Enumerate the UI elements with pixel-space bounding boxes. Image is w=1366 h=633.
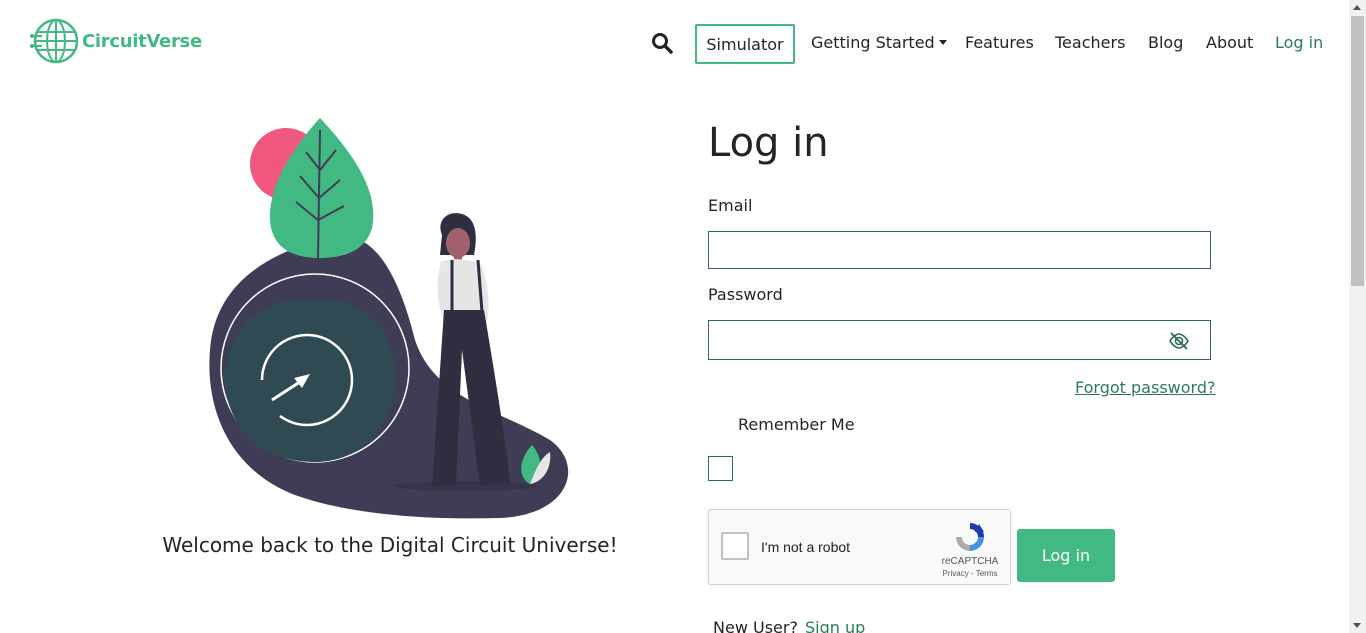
brand-name: CircuitVerse xyxy=(82,30,202,52)
recaptcha-checkbox[interactable] xyxy=(721,532,749,560)
eye-slash-icon xyxy=(1169,332,1189,350)
login-submit-button[interactable]: Log in xyxy=(1017,529,1115,582)
email-label: Email xyxy=(708,196,753,215)
woman-shadow xyxy=(393,481,537,491)
nav-about[interactable]: About xyxy=(1206,33,1253,52)
caret-down-icon xyxy=(938,40,947,45)
remember-me-checkbox[interactable] xyxy=(708,456,733,481)
nav-teachers[interactable]: Teachers xyxy=(1055,33,1125,52)
new-user-text: New User? xyxy=(713,618,798,633)
circuitverse-logo-icon xyxy=(30,18,78,64)
remember-me-label: Remember Me xyxy=(738,415,855,434)
nav-login[interactable]: Log in xyxy=(1275,33,1323,52)
password-field[interactable] xyxy=(708,320,1211,360)
search-button[interactable] xyxy=(650,31,674,55)
password-visibility-toggle[interactable] xyxy=(1168,330,1190,352)
navbar: CircuitVerse Simulator Getting Started F… xyxy=(0,0,1349,88)
brand-logo-link[interactable]: CircuitVerse xyxy=(30,17,202,65)
nav-blog[interactable]: Blog xyxy=(1148,33,1183,52)
page-scrollbar[interactable] xyxy=(1349,0,1366,633)
scroll-thumb[interactable] xyxy=(1351,16,1364,286)
forgot-password-link[interactable]: Forgot password? xyxy=(1075,378,1215,397)
password-label: Password xyxy=(708,285,783,304)
nav-features[interactable]: Features xyxy=(965,33,1034,52)
welcome-illustration xyxy=(209,118,569,519)
simulator-button[interactable]: Simulator xyxy=(695,24,795,64)
nav-getting-started-label: Getting Started xyxy=(811,33,935,52)
search-icon xyxy=(652,33,673,54)
email-field[interactable] xyxy=(708,231,1211,269)
scroll-down-icon[interactable] xyxy=(1353,623,1361,628)
recaptcha-brand: reCAPTCHA xyxy=(941,556,999,567)
recaptcha-terms[interactable]: Privacy - Terms xyxy=(915,569,1025,578)
nav-getting-started[interactable]: Getting Started xyxy=(811,33,947,52)
page-title: Log in xyxy=(708,120,829,166)
welcome-caption: Welcome back to the Digital Circuit Univ… xyxy=(162,533,618,557)
inner-circle xyxy=(225,298,395,462)
recaptcha-widget: I'm not a robot reCAPTCHA Privacy - Term… xyxy=(708,509,1011,585)
recaptcha-label: I'm not a robot xyxy=(761,539,851,555)
scroll-up-icon[interactable] xyxy=(1353,5,1361,10)
signup-link[interactable]: Sign up xyxy=(805,618,865,633)
recaptcha-logo-icon xyxy=(956,523,984,551)
